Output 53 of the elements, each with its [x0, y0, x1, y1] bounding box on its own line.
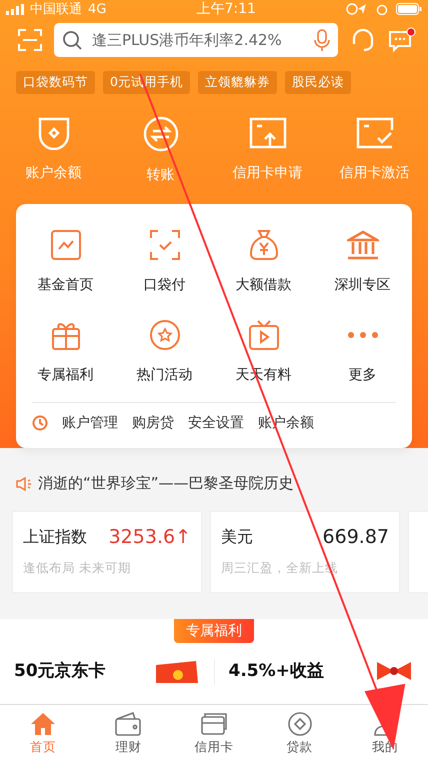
network-type: 4G: [88, 2, 106, 16]
market-name: 美元: [221, 526, 253, 548]
envelope-icon: [154, 659, 200, 683]
search-icon: [62, 30, 82, 50]
service-item[interactable]: 更多: [348, 366, 376, 384]
service-item[interactable]: 专属福利: [38, 366, 94, 384]
clock-icon: [32, 415, 48, 431]
market-card[interactable]: 上证指数 3253.6↑ 逢低布局 未来可期: [12, 511, 202, 593]
status-icons: [346, 3, 390, 15]
status-time: 上午7:11: [195, 0, 257, 18]
carrier-name: 中国联通: [30, 1, 82, 18]
shield-icon: [36, 116, 70, 150]
wallet-icon: [115, 712, 142, 736]
message-icon[interactable]: [388, 26, 416, 52]
service-item[interactable]: 深圳专区: [334, 276, 390, 294]
promo-title[interactable]: 4.5%+收益: [228, 659, 324, 682]
service-item[interactable]: 口袋付: [144, 276, 186, 294]
recent-link[interactable]: 购房贷: [132, 414, 174, 432]
tv-play-icon: [248, 319, 278, 351]
scan-check-icon: [150, 230, 180, 260]
signal-icon: [6, 4, 24, 14]
card-icon: [200, 712, 227, 736]
star-circle-icon: [148, 319, 180, 351]
battery-icon: [396, 3, 422, 15]
section-badge: 专属福利: [174, 619, 254, 643]
tab-item[interactable]: 信用卡: [171, 705, 257, 762]
money-bag-icon: [248, 229, 278, 261]
service-item[interactable]: 基金首页: [38, 276, 94, 294]
tab-item[interactable]: 理财: [86, 705, 172, 762]
scan-icon[interactable]: [18, 28, 42, 50]
card-upload-icon: [248, 116, 286, 150]
market-name: 上证指数: [23, 526, 87, 548]
coin-icon: [288, 712, 312, 736]
market-value: 669.87: [322, 526, 389, 548]
more-dots-icon: [346, 331, 378, 339]
transfer-icon: [142, 116, 178, 152]
microphone-icon[interactable]: [314, 28, 330, 50]
bank-icon: [346, 230, 378, 260]
recent-link[interactable]: 安全设置: [188, 414, 244, 432]
service-item[interactable]: 热门活动: [136, 366, 192, 384]
chart-icon: [50, 230, 80, 260]
search-bar[interactable]: 逢三PLUS港币年利率2.42%: [54, 22, 338, 56]
service-item[interactable]: 大额借款: [236, 276, 292, 294]
news-headline[interactable]: 消逝的“世界珍宝”——巴黎圣母院历史: [38, 474, 294, 493]
recent-link[interactable]: 账户管理: [62, 414, 118, 432]
speaker-icon: [16, 476, 32, 490]
headset-icon[interactable]: [350, 28, 376, 52]
tab-item[interactable]: 贷款: [256, 705, 342, 762]
promo-title[interactable]: 50元京东卡: [14, 659, 106, 682]
market-subtitle: 逢低布局 未来可期: [23, 560, 132, 577]
market-value: 3253.6↑: [108, 526, 191, 548]
home-icon: [30, 712, 56, 736]
card-check-icon: [356, 116, 394, 150]
